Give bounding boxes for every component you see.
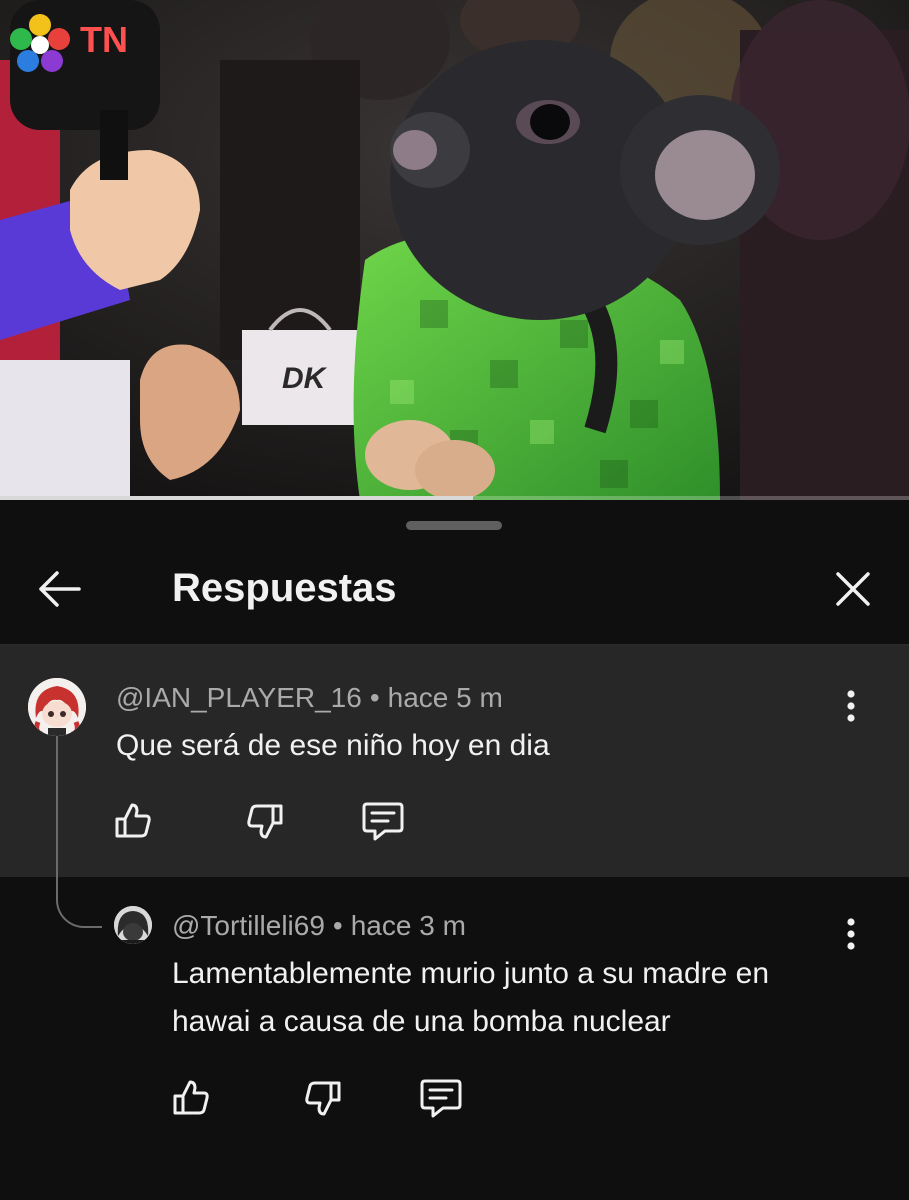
thumbs-down-icon: [247, 804, 283, 839]
reply-username[interactable]: @Tortilleli69: [172, 910, 325, 941]
reply-text: Lamentablemente murio junto a su madre e…: [172, 950, 769, 1046]
replies-panel: Respuestas @IAN_PLAYER_16 • hace 5 m Que s…: [0, 500, 909, 1200]
dislike-button[interactable]: [300, 1075, 346, 1121]
reply-button[interactable]: [418, 1075, 464, 1121]
close-icon: [836, 572, 870, 606]
thumbs-up-icon: [173, 1080, 209, 1115]
reply-meta: @Tortilleli69 • hace 3 m: [172, 909, 466, 943]
comment-timestamp: hace 5 m: [387, 682, 503, 713]
reply-text-line: Lamentablemente murio junto a su madre e…: [172, 957, 770, 990]
comment-text: Que será de ese niño hoy en dia: [116, 729, 550, 762]
avatar[interactable]: [114, 906, 152, 944]
video-frame-illustration: TN DK: [0, 0, 909, 500]
drag-handle[interactable]: [406, 521, 502, 530]
comment-username[interactable]: @IAN_PLAYER_16: [116, 682, 362, 713]
arrow-left-icon: [39, 571, 81, 607]
like-button[interactable]: [168, 1075, 214, 1121]
back-button[interactable]: [32, 562, 86, 616]
avatar[interactable]: [28, 678, 86, 736]
panel-header: Respuestas: [0, 540, 909, 646]
meta-separator: •: [369, 682, 380, 713]
more-vertical-icon: [847, 918, 855, 950]
reply-more-options-button[interactable]: [836, 912, 866, 956]
reply-text-line: hawai a causa de una bomba nuclear: [172, 1005, 671, 1038]
thumbs-up-icon: [115, 803, 151, 838]
channel-logo: TN: [80, 19, 128, 60]
close-button[interactable]: [826, 562, 880, 616]
like-button[interactable]: [110, 798, 156, 844]
reply-icon: [362, 802, 404, 841]
bag-logo: DK: [282, 362, 328, 395]
reply-timestamp: hace 3 m: [350, 910, 466, 941]
thumbs-down-icon: [305, 1081, 341, 1116]
meta-separator: •: [332, 910, 343, 941]
reply-icon: [420, 1079, 462, 1118]
video-player[interactable]: TN DK: [0, 0, 909, 500]
thread-connector-line: [56, 736, 102, 928]
dislike-button[interactable]: [242, 798, 288, 844]
comment-meta: @IAN_PLAYER_16 • hace 5 m: [116, 681, 503, 715]
more-vertical-icon: [847, 690, 855, 722]
panel-title: Respuestas: [172, 566, 397, 610]
reply-button[interactable]: [360, 798, 406, 844]
user-avatar-image: [28, 678, 86, 736]
user-avatar-image: [114, 906, 152, 944]
comment-more-options-button[interactable]: [836, 684, 866, 728]
